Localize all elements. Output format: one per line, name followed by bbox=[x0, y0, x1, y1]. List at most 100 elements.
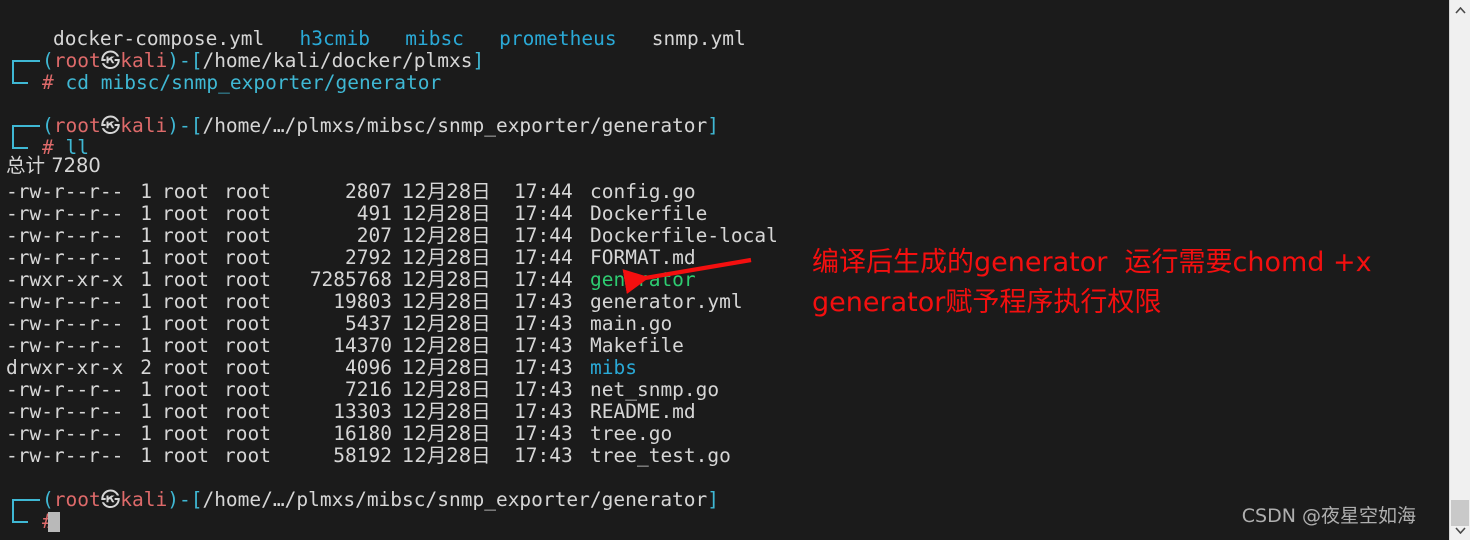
prompt-host: kali bbox=[120, 49, 168, 72]
prompt-dash: - bbox=[178, 114, 191, 137]
file-permissions: -rw-r--r-- bbox=[6, 422, 124, 445]
file-size: 2792 bbox=[345, 246, 392, 269]
file-permissions: -rw-r--r-- bbox=[6, 180, 124, 203]
file-size: 4096 bbox=[345, 356, 392, 379]
file-date: 12月28日 bbox=[402, 290, 491, 313]
table-row: -rw-r--r-- 1 root root 491 12月28日 17:44 Dockerf… bbox=[6, 203, 707, 225]
prompt-host: kali bbox=[120, 114, 168, 137]
file-link-count: 1 bbox=[140, 202, 152, 225]
file-time: 17:44 bbox=[514, 246, 573, 269]
kali-logo-icon: ㉿ bbox=[100, 49, 121, 72]
prompt-close-paren: ) bbox=[167, 49, 179, 72]
prompt-close-bracket: ] bbox=[472, 49, 485, 72]
file-link-count: 1 bbox=[140, 224, 152, 247]
prompt-1-command-line: # cd mibsc/snmp_exporter/generator bbox=[6, 72, 441, 94]
file-date: 12月28日 bbox=[402, 356, 491, 379]
prompt-1-header: (root㉿kali)-[/home/kali/docker/plmxs] bbox=[6, 50, 484, 72]
file-owner: root bbox=[162, 268, 209, 291]
prompt-dash: - bbox=[178, 49, 191, 72]
file-group: root bbox=[224, 400, 271, 423]
scroll-down-arrow-icon[interactable] bbox=[1450, 520, 1470, 540]
file-group: root bbox=[224, 224, 271, 247]
file-name: main.go bbox=[590, 312, 673, 335]
prompt-user: root bbox=[53, 114, 101, 137]
file-date: 12月28日 bbox=[402, 180, 491, 203]
file-date: 12月28日 bbox=[402, 378, 491, 401]
table-row: drwxr-xr-x 2 root root 4096 12月28日 17:43 mibs bbox=[6, 357, 637, 379]
vertical-scrollbar[interactable] bbox=[1449, 0, 1470, 540]
ls-total-line: 总计 7280 bbox=[6, 154, 101, 177]
file-time: 17:43 bbox=[514, 400, 573, 423]
file-permissions: -rw-r--r-- bbox=[6, 334, 124, 357]
file-time: 17:43 bbox=[514, 312, 573, 335]
file-owner: root bbox=[162, 334, 209, 357]
file-owner: root bbox=[162, 290, 209, 313]
file-date: 12月28日 bbox=[402, 444, 491, 467]
file-time: 17:44 bbox=[514, 268, 573, 291]
file-permissions: -rw-r--r-- bbox=[6, 224, 124, 247]
file-owner: root bbox=[162, 246, 209, 269]
file-link-count: 1 bbox=[140, 290, 152, 313]
ls-item-mibsc: mibsc bbox=[405, 27, 464, 50]
prompt-open-paren: ( bbox=[42, 488, 54, 511]
prompt-open-bracket: [ bbox=[190, 488, 203, 511]
file-group: root bbox=[224, 246, 271, 269]
file-permissions: -rw-r--r-- bbox=[6, 444, 124, 467]
file-time: 17:43 bbox=[514, 334, 573, 357]
prompt-close-paren: ) bbox=[167, 114, 179, 137]
terminal-window[interactable]: docker-compose.yml h3cmib mibsc promethe… bbox=[0, 0, 1450, 540]
file-size: 16180 bbox=[333, 422, 392, 445]
file-date: 12月28日 bbox=[402, 202, 491, 225]
file-time: 17:43 bbox=[514, 356, 573, 379]
file-size: 2807 bbox=[345, 180, 392, 203]
file-time: 17:43 bbox=[514, 444, 573, 467]
file-size: 207 bbox=[356, 224, 392, 247]
file-time: 17:44 bbox=[514, 224, 573, 247]
annotation-line-2: generator赋予程序执行权限 bbox=[812, 287, 1162, 318]
file-size: 5437 bbox=[345, 312, 392, 335]
table-row: -rw-r--r-- 1 root root 2807 12月28日 17:44 config… bbox=[6, 181, 696, 203]
table-row: -rw-r--r-- 1 root root 58192 12月28日 17:43 tree_… bbox=[6, 445, 731, 467]
file-name: README.md bbox=[590, 400, 696, 423]
scroll-up-arrow-icon[interactable] bbox=[1450, 0, 1470, 20]
annotation-line-1: 编译后生成的generator 运行需要chomd +x bbox=[812, 247, 1372, 278]
file-permissions: -rw-r--r-- bbox=[6, 378, 124, 401]
table-row: -rw-r--r-- 1 root root 13303 12月28日 17:43 READM… bbox=[6, 401, 696, 423]
kali-logo-icon: ㉿ bbox=[100, 488, 121, 511]
prompt-corner-top-icon bbox=[6, 489, 42, 511]
prompt-dash: - bbox=[178, 488, 191, 511]
file-link-count: 1 bbox=[140, 268, 152, 291]
prompt-path: /home/…/plmxs/mibsc/snmp_exporter/genera… bbox=[202, 488, 708, 511]
file-date: 12月28日 bbox=[402, 268, 491, 291]
file-link-count: 1 bbox=[140, 180, 152, 203]
prompt-user: root bbox=[53, 49, 101, 72]
table-row: -rw-r--r-- 1 root root 14370 12月28日 17:43 Makef… bbox=[6, 335, 684, 357]
ls-item-snmp-yml: snmp.yml bbox=[651, 27, 746, 50]
file-owner: root bbox=[162, 224, 209, 247]
file-link-count: 1 bbox=[140, 246, 152, 269]
file-name: Dockerfile bbox=[590, 202, 708, 225]
prompt-host: kali bbox=[120, 488, 168, 511]
file-owner: root bbox=[162, 180, 209, 203]
file-owner: root bbox=[162, 400, 209, 423]
file-link-count: 2 bbox=[140, 356, 152, 379]
prompt-open-bracket: [ bbox=[190, 114, 203, 137]
prompt-open-paren: ( bbox=[42, 114, 54, 137]
prompt-3-command-line[interactable]: # bbox=[6, 511, 54, 533]
file-time: 17:43 bbox=[514, 378, 573, 401]
file-permissions: -rw-r--r-- bbox=[6, 246, 124, 269]
prompt-corner-top-icon bbox=[6, 50, 42, 72]
file-name: Makefile bbox=[590, 334, 684, 357]
file-permissions: -rw-r--r-- bbox=[6, 400, 124, 423]
prompt-corner-bottom-icon bbox=[6, 72, 42, 94]
file-time: 17:43 bbox=[514, 290, 573, 313]
file-name: generator.yml bbox=[590, 290, 743, 313]
file-size: 491 bbox=[356, 202, 392, 225]
file-name: net_snmp.go bbox=[590, 378, 720, 401]
table-row: -rw-r--r-- 1 root root 16180 12月28日 17:43 tree.… bbox=[6, 423, 672, 445]
file-date: 12月28日 bbox=[402, 334, 491, 357]
file-owner: root bbox=[162, 312, 209, 335]
file-link-count: 1 bbox=[140, 444, 152, 467]
file-permissions: -rw-r--r-- bbox=[6, 202, 124, 225]
prompt-block-3[interactable]: (root㉿kali)-[/home/…/plmxs/mibsc/snmp_ex… bbox=[6, 489, 719, 540]
